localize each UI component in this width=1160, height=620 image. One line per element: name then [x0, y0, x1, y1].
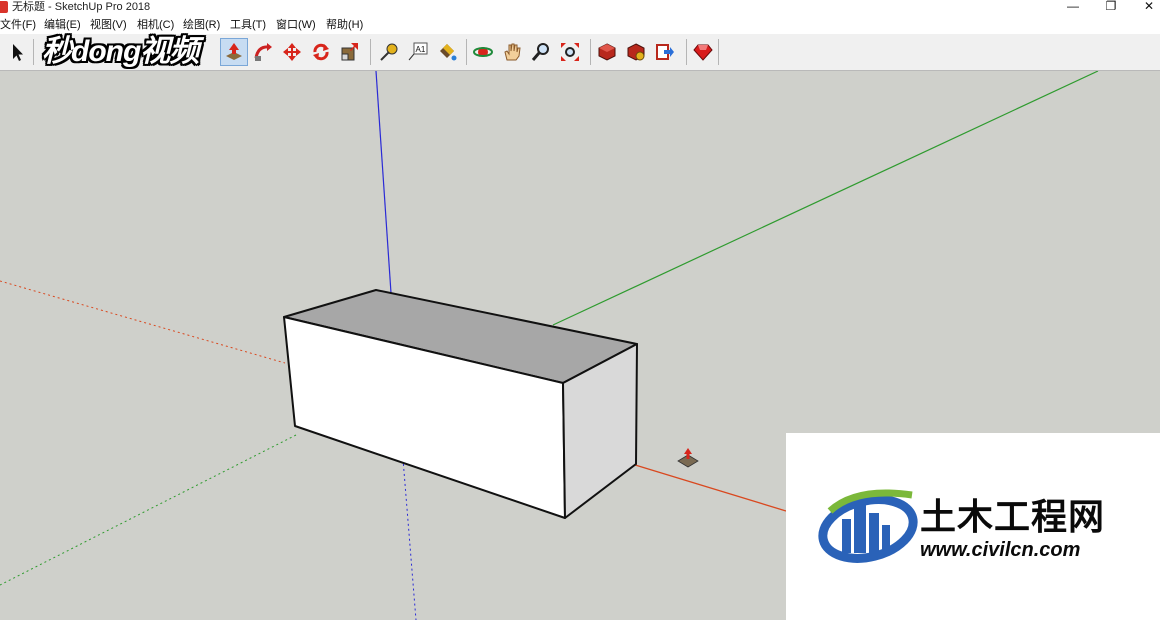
select-arrow-icon: [13, 44, 23, 61]
menu-edit[interactable]: 编辑(E): [44, 17, 81, 33]
red-axis-line: [631, 463, 787, 512]
follow-me-icon: [254, 43, 272, 61]
toolbar-separator: [33, 39, 34, 65]
menu-file[interactable]: 文件(F): [0, 17, 36, 33]
rotate-tool-button[interactable]: [308, 39, 334, 65]
blue-axis-line: [375, 71, 392, 294]
orbit-icon: [473, 47, 493, 57]
text-label-icon: A1: [408, 42, 428, 61]
push-pull-tool-button[interactable]: [220, 38, 248, 66]
civilcn-logo-title: 土木工程网: [920, 496, 1106, 537]
move-icon: [283, 43, 301, 61]
move-tool-button[interactable]: [279, 39, 305, 65]
3d-warehouse-icon: [598, 43, 616, 61]
restore-button[interactable]: ❐: [1096, 0, 1126, 14]
menu-camera[interactable]: 相机(C): [137, 17, 174, 33]
text-tool-glyph: A1: [416, 45, 426, 54]
zoom-extents-icon: [561, 43, 579, 61]
toolbar-separator: [466, 39, 467, 65]
text-tool-button[interactable]: A1: [405, 39, 431, 65]
title-bar: 无标题 - SketchUp Pro 2018 — ❐ ✕: [0, 0, 1160, 16]
menu-tools[interactable]: 工具(T): [230, 17, 266, 33]
minimize-button[interactable]: —: [1058, 0, 1088, 14]
blue-axis-dotted-line: [402, 458, 417, 620]
sketchup-app-icon: [0, 1, 8, 13]
follow-me-tool-button[interactable]: [250, 39, 276, 65]
tape-measure-tool-button[interactable]: [376, 39, 402, 65]
close-button[interactable]: ✕: [1134, 0, 1160, 14]
red-axis-dotted-line: [0, 280, 286, 364]
menu-window[interactable]: 窗口(W): [276, 17, 316, 33]
menu-draw[interactable]: 绘图(R): [183, 17, 220, 33]
zoom-tool-button[interactable]: [528, 39, 554, 65]
scale-tool-button[interactable]: [337, 39, 363, 65]
tape-measure-icon: [380, 43, 398, 61]
select-tool-button[interactable]: [4, 39, 30, 65]
send-to-layout-button[interactable]: [652, 39, 678, 65]
menu-view[interactable]: 视图(V): [90, 17, 127, 33]
orbit-tool-button[interactable]: [470, 39, 496, 65]
push-pull-icon: [226, 43, 242, 60]
send-to-layout-icon: [656, 44, 674, 60]
scale-icon: [341, 43, 358, 61]
rotate-icon: [313, 43, 329, 61]
toolbar-separator: [686, 39, 687, 65]
push-pull-cursor-icon: [677, 448, 699, 468]
civilcn-logo-url: www.civilcn.com: [920, 539, 1081, 561]
civilcn-logo: 土木工程网 www.civilcn.com: [786, 433, 1160, 620]
paint-bucket-icon: [440, 44, 457, 61]
ruby-console-icon: [693, 44, 713, 61]
paint-bucket-tool-button[interactable]: [434, 39, 460, 65]
pan-icon: [504, 43, 521, 61]
zoom-extents-tool-button[interactable]: [557, 39, 583, 65]
extension-warehouse-button[interactable]: [623, 39, 649, 65]
green-axis-line: [552, 71, 1099, 326]
toolbar-separator: [370, 39, 371, 65]
extension-warehouse-icon: [627, 43, 645, 61]
3d-warehouse-button[interactable]: [594, 39, 620, 65]
toolbar-separator: [590, 39, 591, 65]
pan-tool-button[interactable]: [499, 39, 525, 65]
watermark-logo: 秒dong视频: [38, 34, 216, 72]
green-axis-dotted-line: [0, 434, 297, 586]
menu-help[interactable]: 帮助(H): [326, 17, 363, 33]
watermark-text: 秒dong视频: [42, 35, 199, 68]
ruby-console-button[interactable]: [690, 39, 716, 65]
menu-bar: 文件(F) 编辑(E) 视图(V) 相机(C) 绘图(R) 工具(T) 窗口(W…: [0, 16, 1160, 34]
zoom-icon: [531, 43, 549, 61]
window-title: 无标题 - SketchUp Pro 2018: [12, 1, 151, 13]
toolbar-separator: [718, 39, 719, 65]
